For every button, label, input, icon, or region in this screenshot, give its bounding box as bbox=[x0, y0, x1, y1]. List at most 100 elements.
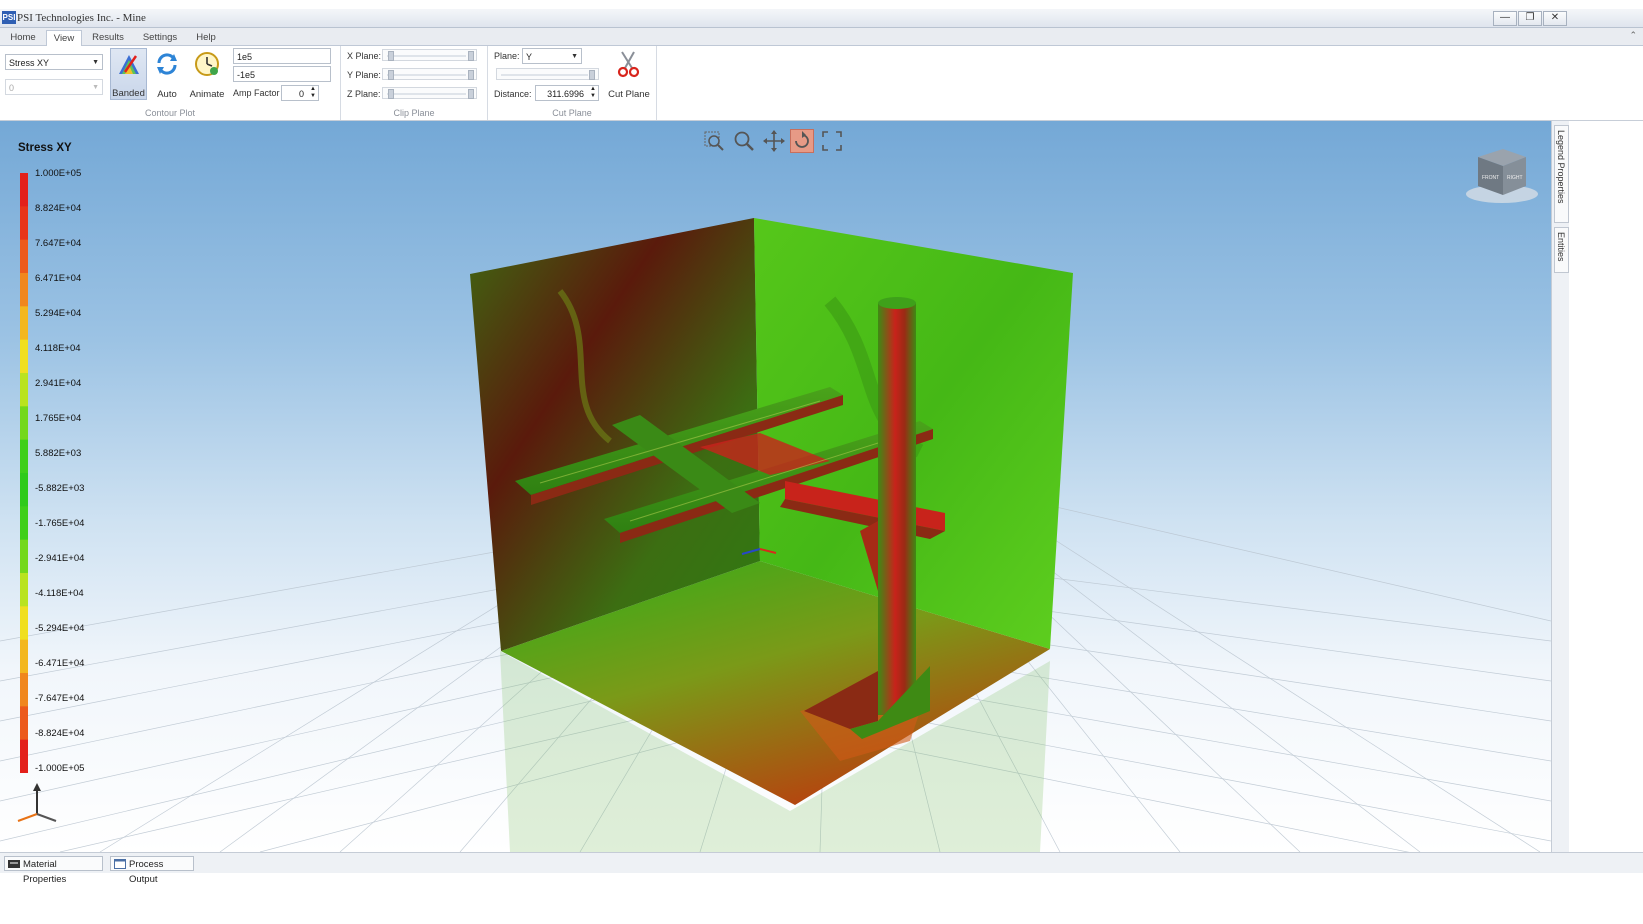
slider-track bbox=[387, 74, 466, 76]
legend-label: -4.118E+04 bbox=[35, 588, 84, 599]
legend-label: 6.471E+04 bbox=[35, 273, 82, 284]
min-value-input[interactable]: -1e5 bbox=[233, 66, 331, 82]
rotate-icon[interactable] bbox=[790, 129, 814, 153]
entities-label: Entities bbox=[1556, 232, 1566, 262]
tab-settings[interactable]: Settings bbox=[137, 30, 183, 45]
legend-color-band bbox=[20, 639, 28, 674]
cut-plane-group-label: Cut Plane bbox=[552, 108, 592, 118]
distance-spinner[interactable]: 311.6996 ▲ ▼ bbox=[535, 85, 599, 101]
auto-label: Auto bbox=[157, 89, 177, 100]
fit-all-icon[interactable] bbox=[820, 129, 844, 153]
slider-track bbox=[501, 74, 588, 76]
minimize-button[interactable]: — bbox=[1493, 11, 1517, 26]
slider-thumb[interactable] bbox=[468, 51, 474, 61]
legend-color-band bbox=[20, 573, 28, 607]
z-plane-slider[interactable] bbox=[382, 87, 477, 99]
status-bar: Material Properties Process Output bbox=[0, 852, 1643, 885]
material-properties-button[interactable]: Material Properties bbox=[4, 856, 103, 885]
zoom-icon[interactable] bbox=[732, 129, 756, 153]
contour-plot-group: Stress XY ▼ 0 ▼ Banded Auto Animate 1e5 … bbox=[0, 46, 341, 120]
model-scene[interactable]: FRONT RIGHT bbox=[0, 121, 1551, 852]
slider-thumb[interactable] bbox=[589, 70, 595, 80]
legend-label: -1.000E+05 bbox=[35, 763, 85, 774]
legend-color-band bbox=[20, 273, 28, 307]
title-bar: PSI PSI Technologies Inc. - Mine — ❐ ✕ bbox=[0, 9, 1643, 28]
chevron-down-icon: ▼ bbox=[92, 84, 99, 91]
ribbon: Stress XY ▼ 0 ▼ Banded Auto Animate 1e5 … bbox=[0, 46, 1643, 121]
spinner-arrows-icon[interactable]: ▲ ▼ bbox=[310, 86, 316, 100]
slider-thumb[interactable] bbox=[388, 89, 394, 99]
ribbon-tabs: Home View Results Settings Help ⌃ bbox=[0, 28, 1643, 46]
view-cube-right-label: RIGHT bbox=[1507, 175, 1523, 181]
legend-color-band bbox=[20, 239, 28, 274]
amp-factor-spinner[interactable]: 0 ▲ ▼ bbox=[281, 85, 319, 101]
legend-color-band bbox=[20, 206, 28, 241]
legend-label: -8.824E+04 bbox=[35, 728, 85, 739]
y-plane-slider[interactable] bbox=[382, 68, 477, 80]
legend-color-band bbox=[20, 339, 28, 374]
spinner-arrows-icon[interactable]: ▲ ▼ bbox=[590, 86, 596, 100]
zoom-window-icon[interactable] bbox=[702, 129, 726, 153]
legend-label: 5.882E+03 bbox=[35, 448, 82, 459]
legend-label: 1.000E+05 bbox=[35, 168, 82, 179]
legend-properties-label: Legend Properties bbox=[1556, 130, 1566, 204]
legend-color-band bbox=[20, 473, 28, 507]
refresh-icon bbox=[157, 53, 177, 75]
x-plane-label: X Plane: bbox=[347, 51, 382, 61]
animate-label: Animate bbox=[189, 89, 225, 100]
tab-help[interactable]: Help bbox=[188, 30, 224, 45]
animate-button[interactable]: Animate bbox=[186, 48, 228, 100]
window-title: PSI Technologies Inc. - Mine bbox=[17, 12, 146, 24]
view-cube[interactable]: FRONT RIGHT bbox=[1466, 149, 1538, 203]
process-output-label: Process Output bbox=[129, 859, 164, 885]
clip-plane-group: X Plane: Y Plane: Z Plane: Clip Plane bbox=[341, 46, 488, 120]
legend-label: 4.118E+04 bbox=[35, 343, 81, 354]
slider-thumb[interactable] bbox=[388, 51, 394, 61]
plane-label: Plane: bbox=[494, 51, 520, 61]
legend-label: -5.294E+04 bbox=[35, 623, 85, 634]
tab-results[interactable]: Results bbox=[86, 30, 130, 45]
banded-button[interactable]: Banded bbox=[110, 48, 147, 100]
right-side-panel: Legend Properties Entities bbox=[1551, 121, 1569, 852]
legend-color-bar bbox=[20, 173, 28, 773]
slider-thumb[interactable] bbox=[388, 70, 394, 80]
legend-label: 1.765E+04 bbox=[35, 413, 82, 424]
result-type-select[interactable]: Stress XY ▼ bbox=[5, 54, 103, 70]
legend-color-band bbox=[20, 739, 28, 773]
cut-plane-group: Plane: Y ▼ Distance: 311.6996 ▲ ▼ Cut Pla… bbox=[488, 46, 657, 120]
legend-label: -1.765E+04 bbox=[35, 518, 85, 529]
restore-button[interactable]: ❐ bbox=[1518, 11, 1542, 26]
legend-label: 5.294E+04 bbox=[35, 308, 82, 319]
material-icon bbox=[8, 860, 20, 868]
slider-track bbox=[387, 55, 466, 57]
cut-plane-button[interactable]: Cut Plane bbox=[606, 48, 652, 100]
slider-thumb[interactable] bbox=[468, 89, 474, 99]
close-button[interactable]: ✕ bbox=[1543, 11, 1567, 26]
model-viewport[interactable]: FRONT RIGHT Stress XY 1.000E+05 8.824E+04… bbox=[0, 121, 1551, 852]
legend-color-band bbox=[20, 706, 28, 741]
cut-plane-slider[interactable] bbox=[496, 68, 599, 80]
step-select[interactable]: 0 ▼ bbox=[5, 79, 103, 95]
result-type-value: Stress XY bbox=[9, 58, 50, 68]
entities-tab[interactable]: Entities bbox=[1554, 227, 1569, 273]
legend-color-band bbox=[20, 306, 28, 341]
axis-triad-icon bbox=[17, 783, 57, 822]
tab-home[interactable]: Home bbox=[4, 30, 42, 45]
scissors-icon bbox=[617, 51, 640, 78]
y-plane-label: Y Plane: bbox=[347, 70, 381, 80]
auto-button[interactable]: Auto bbox=[150, 48, 184, 100]
slider-thumb[interactable] bbox=[468, 70, 474, 80]
tab-view[interactable]: View bbox=[46, 30, 82, 46]
process-output-button[interactable]: Process Output bbox=[110, 856, 194, 885]
legend-label: -6.471E+04 bbox=[35, 658, 85, 669]
legend-color-band bbox=[20, 406, 28, 441]
legend-properties-tab[interactable]: Legend Properties bbox=[1554, 125, 1569, 223]
max-value-input[interactable]: 1e5 bbox=[233, 48, 331, 64]
collapse-ribbon-icon[interactable]: ⌃ bbox=[1629, 30, 1637, 41]
pan-icon[interactable] bbox=[762, 129, 786, 153]
banded-icon bbox=[119, 55, 139, 74]
legend-label: 2.941E+04 bbox=[35, 378, 82, 389]
x-plane-slider[interactable] bbox=[382, 49, 477, 61]
z-plane-label: Z Plane: bbox=[347, 89, 381, 99]
plane-select[interactable]: Y ▼ bbox=[522, 48, 582, 64]
